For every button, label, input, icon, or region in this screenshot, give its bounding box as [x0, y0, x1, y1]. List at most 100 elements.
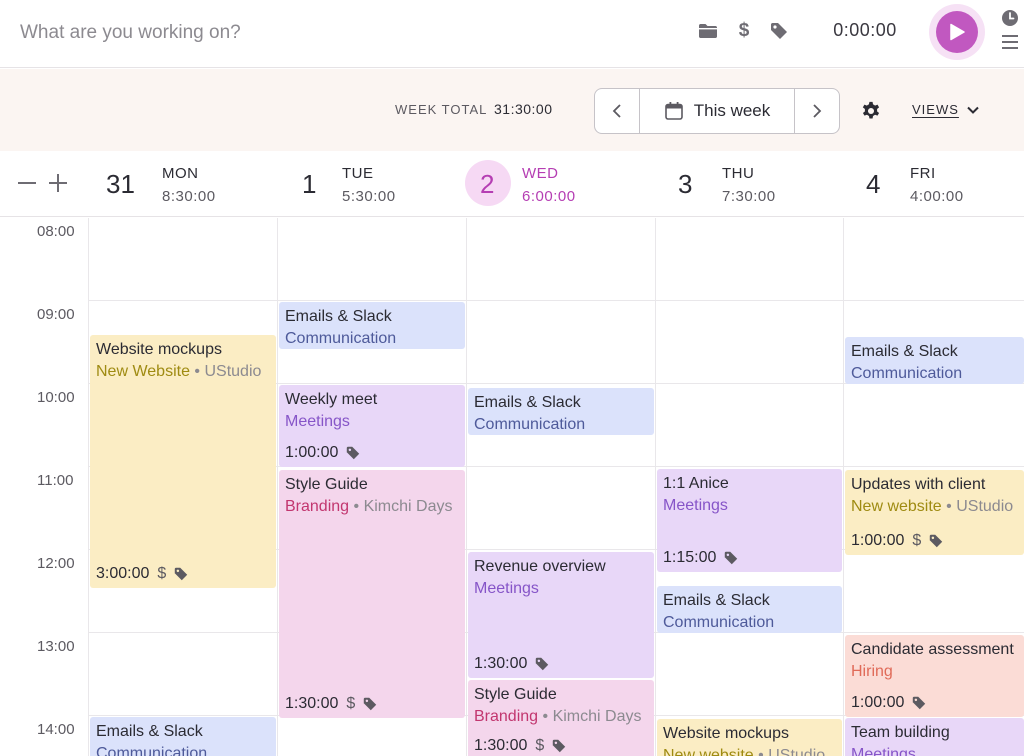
chevron-down-icon: [967, 106, 979, 114]
entry-title: Website mockups: [96, 341, 222, 358]
entry-title: Emails & Slack: [474, 394, 581, 411]
entry-title: Website mockups: [663, 725, 789, 742]
hour-label: 12:00: [37, 555, 75, 572]
entry-footer: 1:30:00: [474, 654, 549, 674]
entry-title: Weekly meet: [285, 391, 378, 408]
day-name: FRI: [910, 165, 936, 182]
hour-label: 10:00: [37, 389, 75, 406]
time-entry-card[interactable]: Style Guide Branding • Kimchi Days 1:30:…: [468, 680, 654, 756]
entry-title: Revenue overview: [474, 558, 606, 575]
day-name: TUE: [342, 165, 374, 182]
hour-label: 09:00: [37, 306, 75, 323]
week-range-picker[interactable]: This week: [639, 89, 795, 133]
tag-icon: [346, 446, 360, 460]
tag-icon: [912, 696, 926, 710]
next-week-button[interactable]: [795, 89, 839, 133]
hour-label: 08:00: [37, 223, 75, 240]
client-name: Kimchi Days: [552, 708, 642, 725]
entry-project: Communication: [96, 745, 208, 756]
time-entry-card[interactable]: Emails & Slack Communication: [90, 717, 276, 756]
hour-label: 13:00: [37, 638, 75, 655]
entry-title: Emails & Slack: [285, 308, 392, 325]
entry-project: Meetings: [663, 497, 728, 514]
tag-icon: [363, 697, 377, 711]
calendar-toolbar: WEEK TOTAL 31:30:00 This week VIEWS: [0, 69, 1024, 151]
previous-week-button[interactable]: [595, 89, 639, 133]
time-entry-card[interactable]: Emails & Slack Communication: [468, 388, 654, 435]
entry-footer: 1:30:00 $: [285, 694, 377, 714]
entry-duration: 1:15:00: [663, 549, 717, 566]
entry-footer: 1:00:00 $: [851, 531, 943, 551]
day-gridline: [466, 218, 467, 756]
calendar-settings-button[interactable]: [860, 100, 882, 127]
time-entry-card[interactable]: 1:1 Anice Meetings 1:15:00: [657, 469, 842, 572]
project-name: New website: [851, 498, 942, 515]
project-name: New website: [663, 747, 754, 756]
day-name: WED: [522, 165, 559, 182]
client-name: Kimchi Days: [363, 498, 453, 515]
dollar-icon: $: [535, 737, 545, 754]
tag-icon: [174, 567, 188, 581]
entry-footer: 1:00:00: [285, 443, 360, 463]
time-entry-card[interactable]: Updates with client New website • UStudi…: [845, 470, 1024, 555]
day-number: 1: [302, 169, 317, 199]
dollar-icon: $: [346, 695, 356, 712]
entry-project: New website • UStudio: [851, 496, 1018, 518]
week-navigator: This week: [594, 88, 840, 134]
client-separator: •: [946, 498, 952, 515]
time-entry-card[interactable]: Revenue overview Meetings 1:30:00: [468, 552, 654, 678]
entry-project: Meetings: [851, 746, 916, 756]
day-header-row: 31 MON 8:30:00 1 TUE 5:30:00 2 WED 6:00:…: [0, 151, 1024, 217]
calendar-grid[interactable]: 08:00 09:00 10:00 11:00 12:00 13:00 14:0…: [0, 218, 1024, 756]
day-name: MON: [162, 165, 199, 182]
dollar-icon: $: [912, 532, 922, 549]
time-entry-card[interactable]: Emails & Slack Communication: [845, 337, 1024, 384]
tag-icon: [552, 739, 566, 753]
views-dropdown[interactable]: VIEWS: [912, 102, 979, 117]
folder-icon[interactable]: [697, 20, 719, 42]
zoom-out-button[interactable]: [18, 169, 38, 197]
entry-project: New website • UStudio: [663, 745, 836, 756]
entry-duration: 1:00:00: [851, 694, 905, 711]
timer-mode-clock-icon[interactable]: [1001, 9, 1019, 32]
entry-project: New Website • UStudio: [96, 361, 270, 383]
entry-duration: 1:30:00: [285, 695, 339, 712]
client-separator: •: [542, 708, 549, 725]
views-label: VIEWS: [912, 102, 959, 117]
gear-icon: [862, 101, 880, 119]
time-entry-card[interactable]: Style Guide Branding • Kimchi Days 1:30:…: [279, 470, 465, 718]
day-gridline: [277, 218, 278, 756]
entry-duration: 3:00:00: [96, 565, 150, 582]
day-total: 8:30:00: [162, 188, 216, 205]
tag-icon[interactable]: [768, 20, 790, 42]
start-timer-button[interactable]: [936, 11, 978, 53]
time-entry-card[interactable]: Candidate assessment Hiring 1:00:00: [845, 635, 1024, 717]
time-entry-card[interactable]: Website mockups New website • UStudio: [657, 719, 842, 756]
client-separator: •: [758, 747, 764, 756]
entry-title: Style Guide: [285, 476, 368, 493]
project-name: Branding: [474, 708, 539, 725]
play-icon: [950, 23, 965, 41]
entry-title: Emails & Slack: [96, 723, 203, 740]
entry-project: Communication: [663, 614, 775, 631]
entry-footer: 1:30:00 $: [474, 736, 566, 756]
day-gridline: [843, 218, 844, 756]
time-entry-card[interactable]: Emails & Slack Communication: [657, 586, 842, 633]
day-gridline: [88, 218, 89, 756]
zoom-in-button[interactable]: [49, 169, 69, 197]
time-entry-card[interactable]: Emails & Slack Communication: [279, 302, 465, 349]
timer-display: 0:00:00: [833, 20, 897, 40]
time-entry-card[interactable]: Team building Meetings: [845, 718, 1024, 756]
time-entry-card[interactable]: Weekly meet Meetings 1:00:00: [279, 385, 465, 467]
calendar-icon: [664, 102, 683, 120]
manual-mode-list-icon[interactable]: [1002, 35, 1018, 54]
time-entry-card[interactable]: Website mockups New Website • UStudio 3:…: [90, 335, 276, 588]
day-number: 3: [678, 169, 693, 199]
entry-project: Branding • Kimchi Days: [285, 496, 459, 518]
billable-dollar-icon[interactable]: $: [733, 20, 755, 42]
week-total-value: 31:30:00: [494, 101, 553, 117]
entry-title: Team building: [851, 724, 950, 741]
project-name: New Website: [96, 363, 190, 380]
week-total-label: WEEK TOTAL: [395, 102, 488, 117]
description-input[interactable]: [20, 18, 660, 48]
